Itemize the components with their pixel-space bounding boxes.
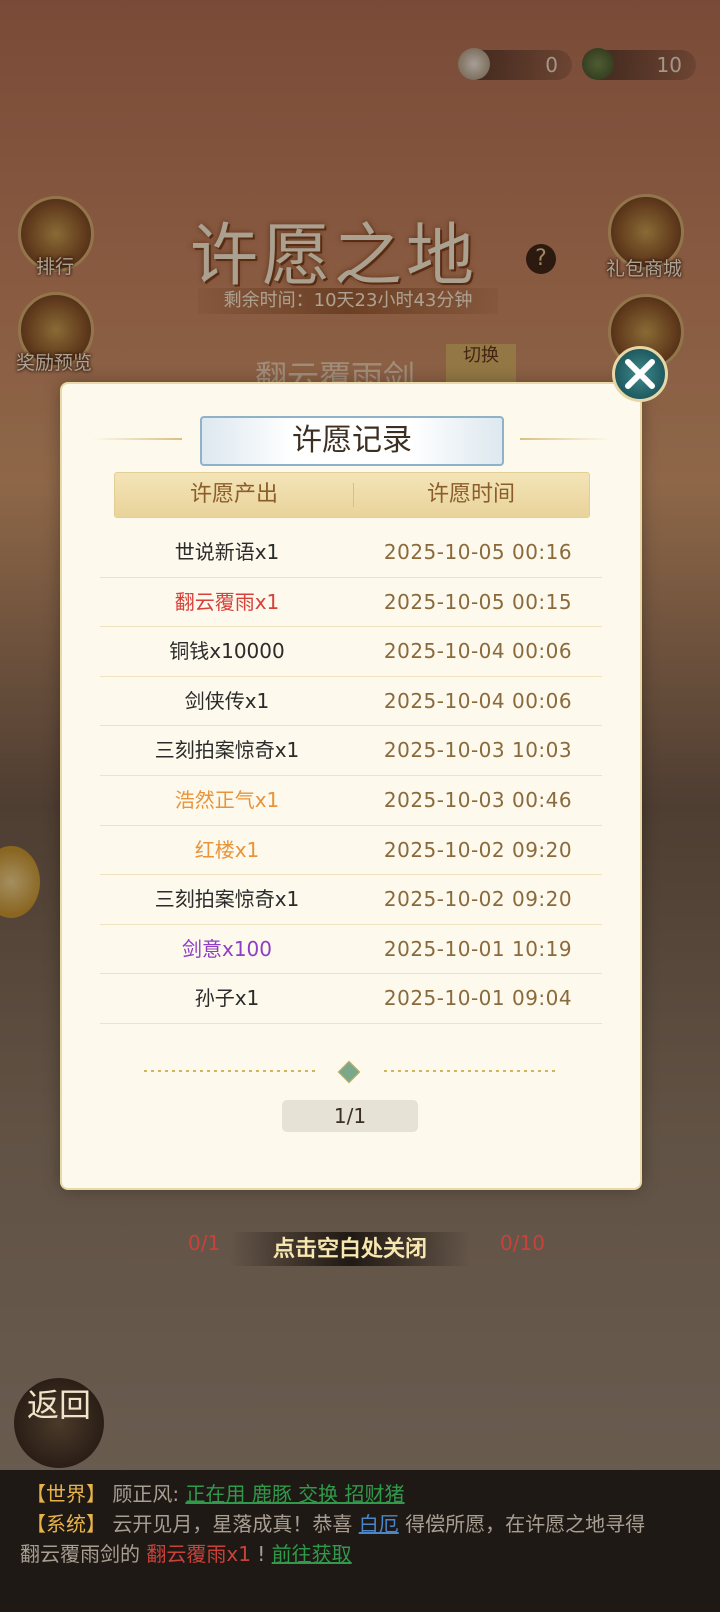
- close-button[interactable]: [612, 346, 668, 402]
- record-item: 铜钱x10000: [169, 639, 285, 664]
- record-row: 三刻拍案惊奇x1 2025-10-02 09:20: [100, 875, 602, 925]
- chat-line-3: 翻云覆雨剑的 翻云覆雨x1 ! 前往获取: [20, 1538, 352, 1567]
- chat-message-link[interactable]: 正在用 鹿豚 交换 招财猪: [185, 1482, 404, 1506]
- channel-system: 【系统】: [26, 1512, 106, 1536]
- record-row: 红楼x1 2025-10-02 09:20: [100, 826, 602, 876]
- record-item: 剑意x100: [181, 936, 272, 961]
- record-item: 浩然正气x1: [174, 787, 280, 812]
- diamond-ornament: [337, 1060, 361, 1084]
- item-link[interactable]: 翻云覆雨x1: [146, 1542, 251, 1566]
- record-time: 2025-10-01 10:19: [383, 936, 573, 961]
- chat-text: 翻云覆雨剑的: [20, 1542, 140, 1566]
- record-item: 剑侠传x1: [184, 688, 270, 713]
- wish-record-modal: 许愿记录 许愿产出 许愿时间 世说新语x1 2025-10-05 00:16 翻云覆…: [62, 384, 640, 1188]
- record-item: 世说新语x1: [174, 540, 280, 564]
- chat-text: 云开见月，星落成真！恭喜: [112, 1512, 353, 1536]
- record-row: 世说新语x1 2025-10-05 00:16: [100, 528, 602, 578]
- counter-right: 0/10: [500, 1231, 545, 1255]
- close-icon: [625, 359, 655, 389]
- record-item: 翻云覆雨x1: [174, 589, 280, 614]
- record-time: 2025-10-04 00:06: [383, 639, 573, 664]
- record-list: 世说新语x1 2025-10-05 00:16 翻云覆雨x1 2025-10-05 0…: [100, 528, 602, 1024]
- col-output: 许愿产出: [189, 482, 278, 507]
- record-time: 2025-10-04 00:06: [383, 688, 573, 713]
- divider-dots-left: [144, 1070, 318, 1072]
- chat-text: 得偿所愿，在许愿之地寻得: [405, 1512, 646, 1536]
- page-indicator: 1/1: [282, 1100, 418, 1132]
- record-row: 翻云覆雨x1 2025-10-05 00:15: [100, 578, 602, 628]
- record-item: 孙子x1: [194, 986, 260, 1011]
- close-hint: 点击空白处关闭: [230, 1232, 470, 1266]
- record-row: 浩然正气x1 2025-10-03 00:46: [100, 776, 602, 826]
- record-item: 三刻拍案惊奇x1: [154, 887, 300, 912]
- chat-line-2: 【系统】 云开见月，星落成真！恭喜 白厄 得偿所愿，在许愿之地寻得: [26, 1508, 645, 1537]
- record-time: 2025-10-05 00:16: [383, 540, 573, 564]
- channel-world: 【世界】: [26, 1482, 106, 1506]
- record-row: 铜钱x10000 2025-10-04 00:06: [100, 627, 602, 677]
- record-time: 2025-10-02 09:20: [383, 837, 573, 862]
- modal-title: 许愿记录: [292, 423, 412, 458]
- record-row: 三刻拍案惊奇x1 2025-10-03 10:03: [100, 726, 602, 776]
- go-get-link[interactable]: 前往获取: [272, 1542, 352, 1566]
- modal-title-banner: 许愿记录: [200, 416, 504, 466]
- divider-dots-right: [384, 1070, 558, 1072]
- record-time: 2025-10-03 00:46: [383, 787, 573, 812]
- record-row: 剑意x100 2025-10-01 10:19: [100, 925, 602, 975]
- record-time: 2025-10-05 00:15: [383, 589, 573, 614]
- ornament-right: [520, 438, 610, 440]
- counter-left: 0/1: [188, 1231, 221, 1255]
- chat-panel: 【世界】 顾正风: 正在用 鹿豚 交换 招财猪 【系统】 云开见月，星落成真！恭…: [0, 1470, 720, 1612]
- record-item: 三刻拍案惊奇x1: [154, 738, 300, 763]
- col-time: 许愿时间: [426, 482, 515, 507]
- ornament-left: [92, 438, 182, 440]
- table-header: 许愿产出 许愿时间: [114, 472, 590, 518]
- record-item: 红楼x1: [194, 837, 260, 862]
- chat-line-1: 【世界】 顾正风: 正在用 鹿豚 交换 招财猪: [26, 1478, 405, 1507]
- record-time: 2025-10-02 09:20: [383, 887, 573, 912]
- record-row: 剑侠传x1 2025-10-04 00:06: [100, 677, 602, 727]
- chat-sender: 顾正风:: [112, 1482, 180, 1506]
- record-time: 2025-10-01 09:04: [383, 986, 573, 1011]
- back-button[interactable]: 返回: [14, 1378, 104, 1468]
- record-time: 2025-10-03 10:03: [383, 738, 573, 763]
- record-row: 孙子x1 2025-10-01 09:04: [100, 974, 602, 1024]
- chat-text: !: [257, 1542, 266, 1566]
- player-link[interactable]: 白厄: [359, 1512, 399, 1536]
